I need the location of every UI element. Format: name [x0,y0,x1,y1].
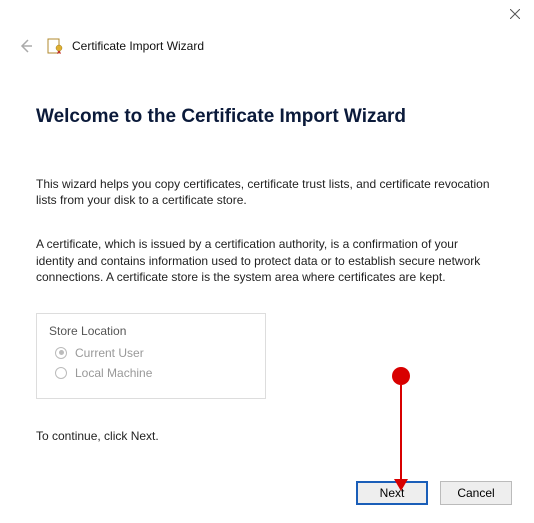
next-button[interactable]: Next [356,481,428,505]
annotation-dot [392,367,410,385]
intro-paragraph-1: This wizard helps you copy certificates,… [36,176,498,208]
wizard-body: Welcome to the Certificate Import Wizard… [0,66,534,443]
intro-paragraph-2: A certificate, which is issued by a cert… [36,236,498,285]
annotation-arrow-shaft [400,385,402,481]
window-title: Certificate Import Wizard [72,39,204,53]
radio-current-user: Current User [55,346,253,360]
radio-label: Current User [75,346,144,360]
store-location-legend: Store Location [49,324,253,338]
continue-hint: To continue, click Next. [36,429,498,443]
radio-icon [55,347,67,359]
certificate-icon [46,37,64,55]
back-arrow-icon[interactable] [16,36,36,56]
store-location-group: Store Location Current User Local Machin… [36,313,266,399]
cancel-button[interactable]: Cancel [440,481,512,505]
radio-local-machine: Local Machine [55,366,253,380]
radio-icon [55,367,67,379]
close-icon[interactable] [508,8,522,22]
page-heading: Welcome to the Certificate Import Wizard [36,106,498,128]
titlebar [0,0,534,30]
wizard-header: Certificate Import Wizard [0,30,534,66]
radio-label: Local Machine [75,366,152,380]
wizard-footer: Next Cancel [0,481,534,505]
annotation-arrow-head [394,479,408,491]
